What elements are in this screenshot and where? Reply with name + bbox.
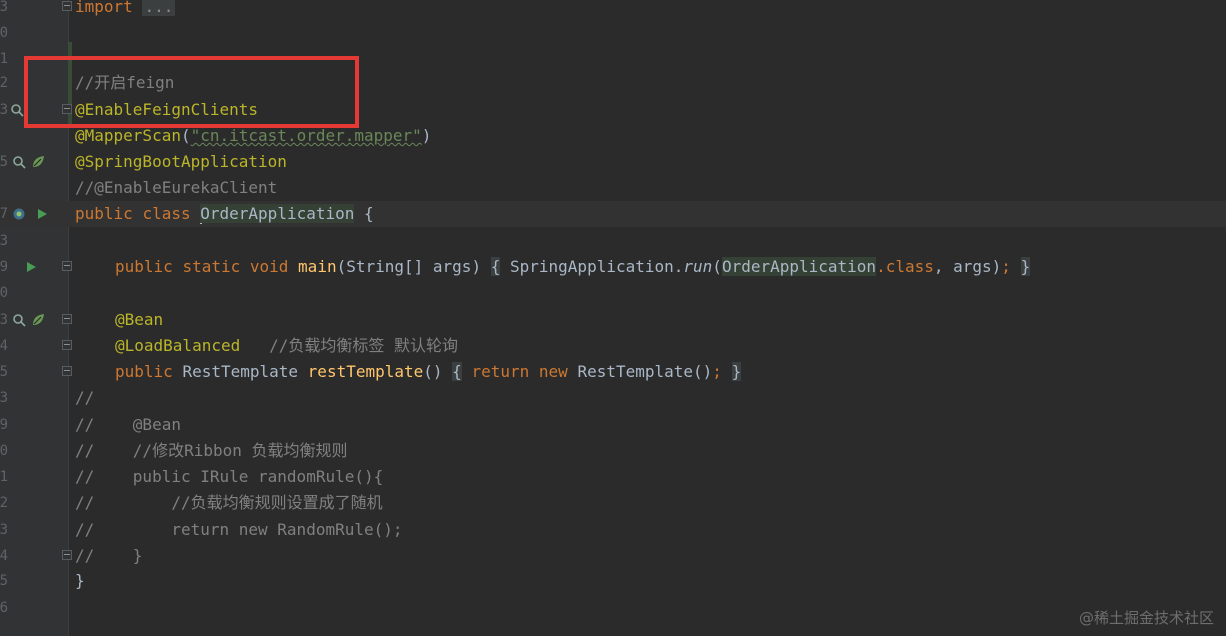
- code-editor[interactable]: 3 import ... 0 1 2 //开启feign 3 @EnableFe…: [0, 0, 1226, 636]
- line-number: 3: [0, 0, 8, 15]
- code-line[interactable]: 4 // }: [0, 543, 1226, 569]
- code-text: @LoadBalanced //负载均衡标签 默认轮询: [115, 336, 459, 355]
- code-line-current[interactable]: 7 public class OrderApplication {: [0, 201, 1226, 227]
- line-number: 9: [0, 417, 8, 433]
- code-line[interactable]: 6: [0, 595, 1226, 621]
- code-line[interactable]: 3 import ...: [0, 0, 1226, 20]
- line-number: 7: [0, 206, 8, 222]
- code-text: // //修改Ribbon 负载均衡规则: [75, 441, 348, 460]
- fold-toggle-icon[interactable]: [62, 340, 72, 350]
- code-text: @SpringBootApplication: [75, 152, 287, 171]
- code-line[interactable]: 3 @EnableFeignClients: [0, 97, 1226, 123]
- line-number: 3: [0, 233, 8, 249]
- line-number: 1: [0, 469, 8, 485]
- code-line[interactable]: 3: [0, 228, 1226, 254]
- line-number: 6: [0, 600, 8, 616]
- watermark: @稀土掘金技术社区: [1078, 609, 1214, 627]
- fold-toggle-icon[interactable]: [62, 104, 72, 114]
- line-number: 9: [0, 259, 8, 275]
- code-line[interactable]: 3 // return new RandomRule();: [0, 517, 1226, 543]
- code-text: // }: [75, 546, 143, 565]
- code-line[interactable]: 3 //: [0, 385, 1226, 411]
- code-line[interactable]: 2 // //负载均衡规则设置成了随机: [0, 490, 1226, 516]
- code-text: public class OrderApplication {: [75, 204, 374, 224]
- code-line[interactable]: 9 public static void main(String[] args)…: [0, 254, 1226, 280]
- code-line[interactable]: 2 //开启feign: [0, 70, 1226, 96]
- line-number: 4: [0, 338, 8, 354]
- code-text: @MapperScan("cn.itcast.order.mapper"): [75, 126, 432, 145]
- code-line[interactable]: 3 @Bean: [0, 307, 1226, 333]
- line-number: 5: [0, 364, 8, 380]
- bean-navigate-icon[interactable]: [10, 103, 24, 117]
- fold-toggle-icon[interactable]: [62, 314, 72, 324]
- line-number: 3: [0, 312, 8, 328]
- code-line[interactable]: 1 // public IRule randomRule(){: [0, 464, 1226, 490]
- run-main-icon[interactable]: [24, 260, 38, 274]
- code-text: //开启feign: [75, 73, 175, 92]
- code-line[interactable]: 1: [0, 46, 1226, 72]
- line-number: 0: [0, 25, 8, 41]
- line-number: 0: [0, 285, 8, 301]
- code-line[interactable]: //@EnableEurekaClient: [0, 175, 1226, 201]
- code-line[interactable]: 0 // //修改Ribbon 负载均衡规则: [0, 438, 1226, 464]
- spring-leaf-icon[interactable]: [31, 313, 45, 327]
- folded-imports[interactable]: ...: [142, 0, 176, 16]
- code-line[interactable]: 5 @SpringBootApplication: [0, 149, 1226, 175]
- fold-toggle-icon[interactable]: [62, 261, 72, 271]
- code-text: import ...: [75, 0, 176, 20]
- code-line[interactable]: @MapperScan("cn.itcast.order.mapper"): [0, 123, 1226, 149]
- bean-search-icon[interactable]: [12, 155, 26, 169]
- line-number: 3: [0, 522, 8, 538]
- code-text: @EnableFeignClients: [75, 100, 259, 119]
- line-number: 3: [0, 102, 8, 118]
- code-line[interactable]: 9 // @Bean: [0, 412, 1226, 438]
- line-number: 1: [0, 51, 8, 67]
- line-number: 5: [0, 154, 8, 170]
- code-text: // //负载均衡规则设置成了随机: [75, 493, 383, 512]
- run-icon[interactable]: [35, 207, 49, 221]
- bean-navigate-icon[interactable]: [12, 313, 26, 327]
- line-number: 4: [0, 548, 8, 564]
- line-number: 2: [0, 75, 8, 91]
- line-number: 2: [0, 495, 8, 511]
- code-text: }: [75, 571, 85, 590]
- code-text: public static void main(String[] args) {…: [115, 257, 1031, 276]
- code-text: public RestTemplate restTemplate() { ret…: [115, 362, 742, 381]
- code-text: @Bean: [115, 310, 164, 329]
- code-line[interactable]: 5 }: [0, 568, 1226, 594]
- code-text: //@EnableEurekaClient: [75, 178, 278, 197]
- code-text: // public IRule randomRule(){: [75, 467, 384, 486]
- spring-bean-icon[interactable]: [12, 207, 26, 221]
- spring-leaf-icon[interactable]: [31, 155, 45, 169]
- code-line[interactable]: 4 @LoadBalanced //负载均衡标签 默认轮询: [0, 333, 1226, 359]
- code-text: //: [75, 388, 95, 407]
- code-line[interactable]: 0: [0, 280, 1226, 306]
- code-text: // @Bean: [75, 415, 181, 434]
- line-number: 5: [0, 573, 8, 589]
- line-number: 3: [0, 390, 8, 406]
- fold-toggle-icon[interactable]: [62, 1, 72, 11]
- fold-toggle-icon[interactable]: [62, 550, 72, 560]
- code-line[interactable]: 0: [0, 20, 1226, 46]
- fold-toggle-icon[interactable]: [62, 366, 72, 376]
- code-text: // return new RandomRule();: [75, 520, 403, 539]
- code-line[interactable]: 5 public RestTemplate restTemplate() { r…: [0, 359, 1226, 385]
- line-number: 0: [0, 443, 8, 459]
